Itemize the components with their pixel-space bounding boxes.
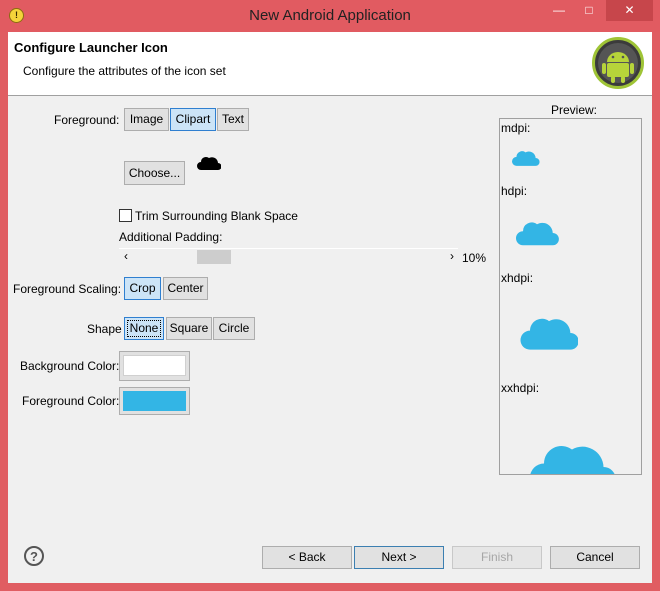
foreground-text-button[interactable]: Text — [217, 108, 249, 131]
cloud-icon — [197, 155, 222, 174]
cloud-icon — [512, 151, 540, 166]
padding-value: 10% — [462, 251, 487, 265]
preview-density-label: xxhdpi: — [501, 381, 540, 395]
shape-none-button[interactable]: None — [124, 317, 164, 340]
close-icon[interactable]: ✕ — [606, 0, 653, 21]
minimize-icon[interactable]: — — [545, 0, 573, 21]
trim-checkbox[interactable] — [119, 209, 132, 222]
cloud-icon — [516, 222, 559, 246]
preview-density-label: mdpi: — [501, 121, 531, 135]
cloud-icon — [530, 446, 615, 474]
shape-circle-button[interactable]: Circle — [213, 317, 255, 340]
cloud-icon — [520, 318, 578, 350]
android-robot-icon — [592, 37, 644, 89]
next-button[interactable]: Next > — [354, 546, 444, 569]
foreground-color-label: Foreground Color: — [22, 394, 120, 408]
foreground-label: Foreground: — [54, 113, 120, 127]
page-description: Configure the attributes of the icon set — [23, 64, 226, 78]
slider-left-arrow-icon[interactable]: ‹ — [124, 249, 128, 263]
maximize-icon[interactable]: □ — [575, 0, 603, 21]
foreground-clipart-button[interactable]: Clipart — [170, 108, 216, 131]
help-icon[interactable]: ? — [24, 546, 44, 566]
background-color-label: Background Color: — [20, 359, 120, 373]
background-color-swatch — [123, 355, 186, 376]
foreground-color-swatch — [123, 391, 186, 411]
padding-label: Additional Padding: — [119, 230, 223, 244]
preview-density-label: hdpi: — [501, 184, 528, 198]
slider-right-arrow-icon[interactable]: › — [450, 249, 454, 263]
page-title: Configure Launcher Icon — [14, 40, 168, 55]
preview-label: Preview: — [551, 103, 598, 117]
choose-clipart-button[interactable]: Choose... — [124, 161, 185, 185]
back-button[interactable]: < Back — [262, 546, 352, 569]
trim-label: Trim Surrounding Blank Space — [135, 209, 298, 223]
shape-square-button[interactable]: Square — [166, 317, 212, 340]
shape-label: Shape — [87, 322, 122, 336]
preview-panel: mdpi: hdpi: xhdpi: xxhdpi: — [499, 118, 642, 475]
scaling-center-button[interactable]: Center — [163, 277, 208, 300]
scaling-crop-button[interactable]: Crop — [124, 277, 161, 300]
padding-slider[interactable] — [119, 248, 458, 266]
foreground-image-button[interactable]: Image — [124, 108, 169, 131]
scaling-label: Foreground Scaling: — [13, 282, 122, 296]
preview-density-label: xhdpi: — [501, 271, 534, 285]
finish-button[interactable]: Finish — [452, 546, 542, 569]
cancel-button[interactable]: Cancel — [550, 546, 640, 569]
slider-thumb[interactable] — [197, 250, 231, 264]
